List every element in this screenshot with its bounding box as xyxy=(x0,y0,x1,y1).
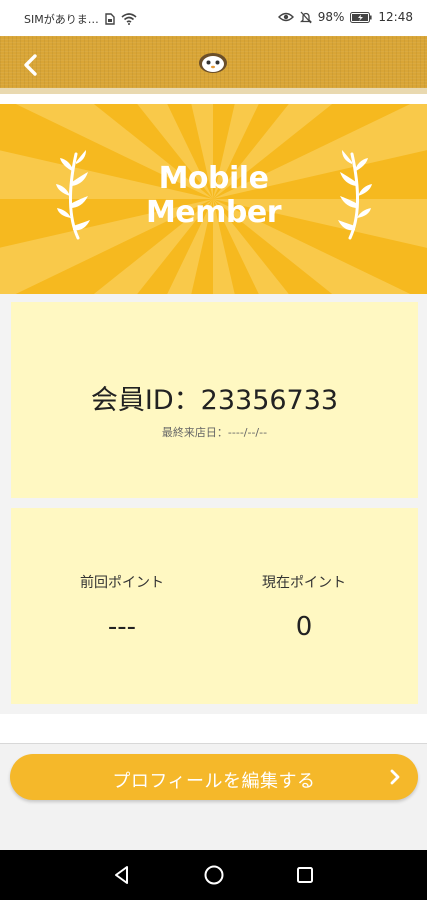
wifi-icon xyxy=(121,13,137,25)
clock-time: 12:48 xyxy=(378,10,413,24)
battery-charging-icon xyxy=(350,11,373,23)
nav-back-button[interactable] xyxy=(110,863,134,887)
nav-home-icon xyxy=(204,865,224,885)
previous-points: 前回ポイント --- xyxy=(22,572,222,642)
current-points: 現在ポイント 0 xyxy=(204,572,404,642)
banner-title-line2: Member xyxy=(145,195,282,230)
current-points-value: 0 xyxy=(295,612,313,642)
points-card: 前回ポイント --- 現在ポイント 0 xyxy=(11,508,418,704)
mascot-logo xyxy=(197,50,229,74)
nav-home-button[interactable] xyxy=(202,863,226,887)
nav-recents-button[interactable] xyxy=(293,863,317,887)
banner-title-line1: Mobile xyxy=(158,161,269,196)
current-points-label: 現在ポイント xyxy=(262,575,346,591)
footer-actions: プロフィールを編集する xyxy=(0,744,427,850)
chevron-right-icon xyxy=(390,769,400,785)
back-button[interactable] xyxy=(14,48,48,82)
member-banner: Mobile Member xyxy=(0,104,427,294)
edit-profile-label: プロフィールを編集する xyxy=(112,771,316,792)
app-header xyxy=(0,36,427,94)
last-visit-date: 最終来店日：----/--/-- xyxy=(161,426,268,439)
eye-comfort-icon xyxy=(277,11,294,23)
battery-percent: 98% xyxy=(317,10,345,24)
content-spacer xyxy=(0,714,427,744)
edit-profile-button[interactable]: プロフィールを編集する xyxy=(10,754,418,800)
banner-title: Mobile Member xyxy=(0,162,427,230)
member-cards: 会員ID：23356733 最終来店日：----/--/-- 前回ポイント --… xyxy=(0,294,427,714)
member-id: 会員ID：23356733 xyxy=(90,385,339,416)
nav-recents-icon xyxy=(297,867,313,883)
previous-points-label: 前回ポイント xyxy=(80,575,164,591)
header-divider xyxy=(0,94,427,104)
status-bar: SIMがありま… 98% 12:48 xyxy=(0,0,427,36)
carrier-text: SIMがありま… xyxy=(24,13,99,26)
member-id-card: 会員ID：23356733 最終来店日：----/--/-- xyxy=(11,302,418,498)
system-nav-bar xyxy=(0,850,427,900)
chevron-left-icon xyxy=(24,54,37,76)
silent-bell-icon xyxy=(299,11,312,24)
sim-card-icon xyxy=(105,13,115,25)
mascot-face-icon xyxy=(199,53,227,73)
nav-back-icon xyxy=(115,866,128,884)
previous-points-value: --- xyxy=(107,612,137,642)
